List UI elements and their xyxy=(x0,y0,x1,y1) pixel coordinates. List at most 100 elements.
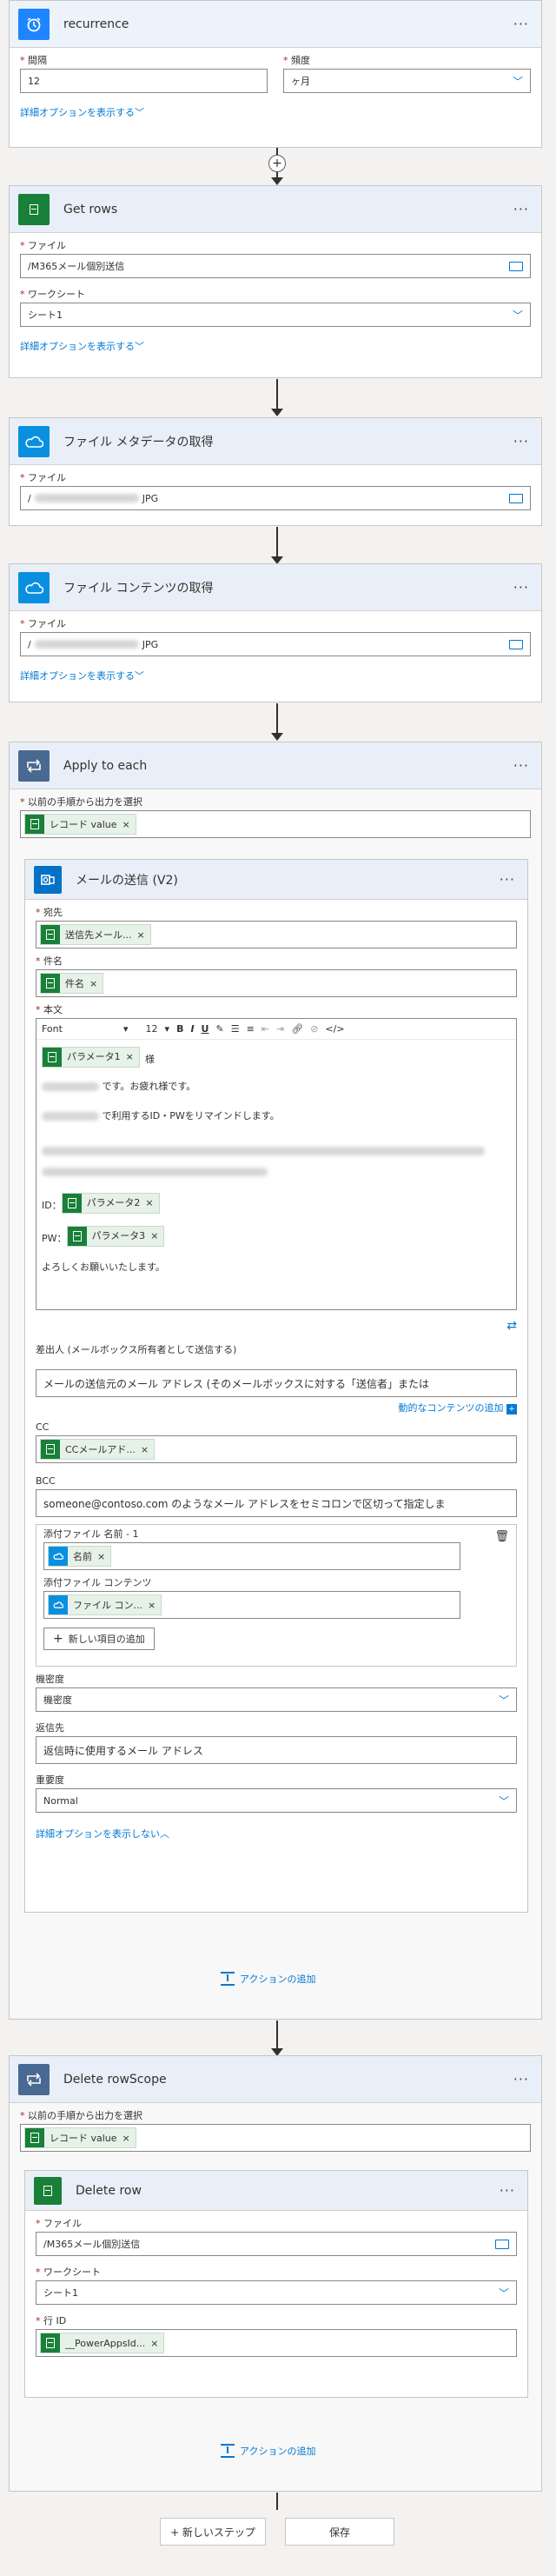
dynamic-token[interactable]: パラメータ1 × xyxy=(42,1047,140,1068)
dynamic-token[interactable]: レコード value × xyxy=(24,814,136,835)
chevron-down-icon[interactable]: ▾ xyxy=(165,1023,170,1035)
worksheet-select[interactable]: シート1 ﹀ xyxy=(36,2280,517,2305)
remove-token-icon[interactable]: × xyxy=(97,1551,105,1562)
more-options-icon[interactable]: ··· xyxy=(500,871,515,888)
save-button[interactable]: 保存 xyxy=(285,2518,394,2546)
sensitivity-select[interactable]: 機密度 ﹀ xyxy=(36,1687,517,1712)
attach-name-label: 添付ファイル 名前 - 1 xyxy=(43,1528,139,1540)
dynamic-token[interactable]: 名前 × xyxy=(48,1546,112,1567)
cc-input[interactable]: CCメールアド... × xyxy=(36,1435,517,1463)
body-editor[interactable]: Font ▾ 12 ▾ B I U ✎ ☰ ≡ ⇤ ⇥ 🔗︎ ⊘ </> パラメータ… xyxy=(36,1018,517,1310)
delete-row-scope-header[interactable]: Delete rowScope ··· xyxy=(10,2056,541,2103)
from-input[interactable]: メールの送信元のメール アドレス (そのメールボックスに対する「送信者」または xyxy=(36,1369,517,1397)
folder-icon[interactable] xyxy=(509,261,523,271)
more-options-icon[interactable]: ··· xyxy=(513,201,529,217)
folder-icon[interactable] xyxy=(509,493,523,503)
remove-token-icon[interactable]: × xyxy=(137,929,145,941)
bullet-list-icon[interactable]: ☰ xyxy=(231,1023,240,1035)
file-content-header[interactable]: ファイル コンテンツの取得 ··· xyxy=(10,564,541,611)
add-action-button[interactable]: I アクションの追加 xyxy=(221,2444,315,2458)
dynamic-token[interactable]: ファイル コン... × xyxy=(48,1594,162,1615)
dynamic-token[interactable]: __PowerAppsId... × xyxy=(40,2333,165,2353)
link-icon[interactable]: 🔗︎ xyxy=(291,1023,303,1035)
code-view-icon[interactable]: </> xyxy=(325,1023,344,1035)
dynamic-token[interactable]: レコード value × xyxy=(24,2127,136,2148)
file-input[interactable]: / JPG xyxy=(20,486,531,510)
more-options-icon[interactable]: ··· xyxy=(513,16,529,32)
hide-advanced-link[interactable]: 詳細オプションを表示しない xyxy=(36,1827,160,1840)
delete-row-header[interactable]: Delete row ··· xyxy=(25,2171,527,2211)
dynamic-content-icon[interactable]: + xyxy=(506,1404,517,1414)
bcc-input[interactable]: someone@contoso.com のようなメール アドレスをセミコロンで区… xyxy=(36,1489,517,1517)
delete-item-icon[interactable]: 🗑︎ xyxy=(494,1530,509,1543)
remove-token-icon[interactable]: × xyxy=(150,2338,158,2349)
italic-icon[interactable]: I xyxy=(190,1023,194,1035)
folder-icon[interactable] xyxy=(495,2239,509,2249)
new-step-button[interactable]: + 新しいステップ xyxy=(160,2518,266,2546)
dynamic-token[interactable]: パラメータ3 × xyxy=(66,1226,165,1247)
file-input[interactable]: / JPG xyxy=(20,632,531,656)
numbered-list-icon[interactable]: ≡ xyxy=(247,1023,255,1035)
remove-token-icon[interactable]: × xyxy=(122,819,130,830)
outdent-icon[interactable]: ⇤ xyxy=(261,1023,269,1035)
to-input[interactable]: 送信先メール... × xyxy=(36,921,517,949)
show-advanced-link[interactable]: 詳細オプションを表示する xyxy=(20,339,135,353)
show-advanced-link[interactable]: 詳細オプションを表示する xyxy=(20,669,135,682)
apply-to-each-header[interactable]: Apply to each ··· xyxy=(10,742,541,789)
indent-icon[interactable]: ⇥ xyxy=(276,1023,284,1035)
dynamic-token[interactable]: パラメータ2 × xyxy=(61,1193,160,1214)
reply-to-input[interactable]: 返信時に使用するメール アドレス xyxy=(36,1736,517,1764)
get-rows-header[interactable]: Get rows ··· xyxy=(10,186,541,233)
file-metadata-header[interactable]: ファイル メタデータの取得 ··· xyxy=(10,418,541,465)
remove-token-icon[interactable]: × xyxy=(89,978,97,989)
chevron-down-icon[interactable]: ﹀ xyxy=(499,1794,509,1808)
select-output-input[interactable]: レコード value × xyxy=(20,810,531,838)
font-select[interactable]: Font xyxy=(42,1023,116,1035)
more-options-icon[interactable]: ··· xyxy=(513,579,529,596)
add-action-button[interactable]: I アクションの追加 xyxy=(221,1972,315,1986)
interval-input[interactable]: 12 xyxy=(20,69,268,93)
chevron-down-icon[interactable]: ▾ xyxy=(123,1023,129,1035)
chevron-down-icon[interactable]: ﹀ xyxy=(499,2286,509,2300)
attach-name-input[interactable]: 名前 × xyxy=(43,1542,460,1570)
remove-token-icon[interactable]: × xyxy=(150,1229,158,1243)
body-content[interactable]: パラメータ1 × 様 です。お疲れ様です。 で利用するID・PWをリマインドします。… xyxy=(36,1040,516,1280)
recurrence-header[interactable]: recurrence ··· xyxy=(10,1,541,48)
folder-icon[interactable] xyxy=(509,639,523,649)
dynamic-token[interactable]: 送信先メール... × xyxy=(40,924,151,945)
chevron-down-icon[interactable]: ﹀ xyxy=(499,1693,509,1707)
underline-icon[interactable]: U xyxy=(202,1023,209,1035)
remove-token-icon[interactable]: × xyxy=(141,1444,149,1455)
dynamic-token[interactable]: 件名 × xyxy=(40,973,104,994)
more-options-icon[interactable]: ··· xyxy=(513,757,529,774)
switch-view-icon[interactable]: ⇄ xyxy=(36,1319,517,1333)
add-dynamic-content-link[interactable]: 動的なコンテンツの追加 xyxy=(399,1402,504,1414)
importance-select[interactable]: Normal ﹀ xyxy=(36,1788,517,1813)
more-options-icon[interactable]: ··· xyxy=(513,2071,529,2087)
frequency-select[interactable]: ヶ月 ﹀ xyxy=(283,69,531,93)
highlight-icon[interactable]: ✎ xyxy=(215,1023,223,1035)
chevron-down-icon[interactable]: ﹀ xyxy=(513,308,523,323)
file-input[interactable]: /M365メール個別送信 xyxy=(20,254,531,278)
more-options-icon[interactable]: ··· xyxy=(500,2182,515,2199)
select-output-input[interactable]: レコード value × xyxy=(20,2124,531,2152)
dynamic-token[interactable]: CCメールアド... × xyxy=(40,1439,156,1460)
send-mail-header[interactable]: メールの送信 (V2) ··· xyxy=(25,860,527,900)
remove-token-icon[interactable]: × xyxy=(148,1600,156,1611)
file-input[interactable]: /M365メール個別送信 xyxy=(36,2232,517,2256)
add-new-item-button[interactable]: + 新しい項目の追加 xyxy=(43,1627,155,1650)
remove-token-icon[interactable]: × xyxy=(126,1050,134,1064)
bold-icon[interactable]: B xyxy=(176,1023,183,1035)
remove-token-icon[interactable]: × xyxy=(122,2133,130,2144)
more-options-icon[interactable]: ··· xyxy=(513,433,529,449)
worksheet-select[interactable]: シート1 ﹀ xyxy=(20,303,531,327)
font-size-select[interactable]: 12 xyxy=(146,1023,158,1035)
row-id-input[interactable]: __PowerAppsId... × xyxy=(36,2329,517,2357)
show-advanced-link[interactable]: 詳細オプションを表示する xyxy=(20,105,135,119)
subject-input[interactable]: 件名 × xyxy=(36,969,517,997)
remove-token-icon[interactable]: × xyxy=(145,1196,153,1210)
add-step-plus-icon[interactable]: + xyxy=(268,155,286,172)
unlink-icon[interactable]: ⊘ xyxy=(310,1023,318,1035)
attach-content-input[interactable]: ファイル コン... × xyxy=(43,1591,460,1619)
chevron-down-icon[interactable]: ﹀ xyxy=(513,74,523,89)
